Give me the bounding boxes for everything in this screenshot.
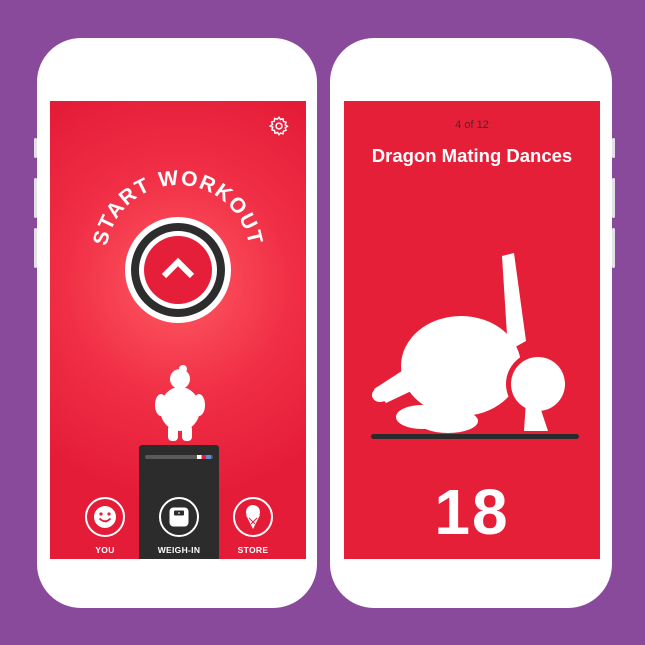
avatar-figure: [155, 365, 205, 441]
home-screen: START WORKOUT YOU WEIGH-IN STORE: [50, 101, 306, 559]
exercise-pose-illustration: [371, 253, 579, 439]
exercise-counter: 4 of 12: [455, 119, 489, 131]
nav-store-label: STORE: [237, 545, 269, 555]
gear-icon[interactable]: [268, 115, 290, 137]
start-workout-button[interactable]: [125, 217, 231, 323]
nav-you[interactable]: YOU: [75, 497, 135, 555]
chevron-up-icon: [161, 257, 195, 279]
volume-down-button: [34, 228, 37, 268]
ice-cream-icon: [246, 505, 260, 529]
nav-store[interactable]: STORE: [223, 497, 283, 555]
volume-down-button: [612, 228, 615, 268]
smiley-face-icon: [94, 506, 116, 528]
nav-weigh-in-label: WEIGH-IN: [157, 545, 201, 555]
nav-weigh-in[interactable]: WEIGH-IN: [149, 497, 209, 555]
mute-switch: [34, 138, 37, 158]
phone-frame-left: START WORKOUT YOU WEIGH-IN STORE: [34, 38, 317, 608]
nav-you-label: YOU: [95, 545, 115, 555]
volume-up-button: [34, 178, 37, 218]
volume-up-button: [612, 178, 615, 218]
mute-switch: [612, 138, 615, 158]
rep-count: 18: [434, 476, 510, 548]
scale-icon: [169, 507, 189, 527]
phone-frame-right: 4 of 12 Dragon Mating Dances 18: [330, 38, 615, 608]
exercise-screen: 4 of 12 Dragon Mating Dances 18: [344, 101, 600, 559]
exercise-title: Dragon Mating Dances: [371, 145, 573, 166]
